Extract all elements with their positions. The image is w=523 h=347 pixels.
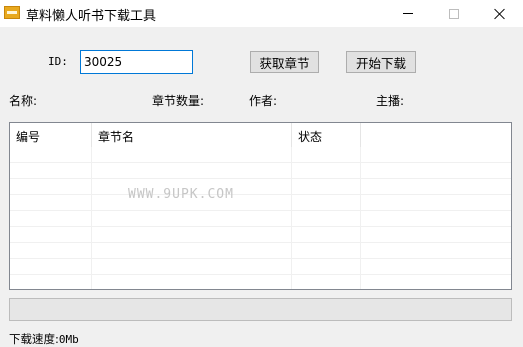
maximize-button[interactable]	[431, 0, 477, 27]
id-label: ID:	[48, 55, 68, 68]
author-label: 作者:	[249, 94, 278, 108]
chapter-count-label: 章节数量:	[152, 94, 205, 108]
download-speed-value: 0Mb	[58, 333, 79, 346]
maximize-icon	[449, 8, 459, 19]
empty-row	[10, 147, 511, 163]
empty-row	[10, 195, 511, 211]
list-body: WWW.9UPK.COM	[10, 147, 511, 289]
start-download-button[interactable]: 开始下载	[346, 51, 416, 73]
fetch-chapters-button[interactable]: 获取章节	[250, 51, 319, 73]
name-label: 名称:	[9, 94, 38, 108]
app-logo-icon	[4, 6, 20, 19]
title-bar: 草料懒人听书下载工具	[0, 0, 523, 27]
watermark-text: WWW.9UPK.COM	[128, 187, 234, 202]
list-header: 编号 章节名 状态	[10, 123, 361, 147]
minimize-button[interactable]	[385, 0, 431, 27]
narrator-label: 主播:	[376, 94, 405, 108]
empty-row	[10, 211, 511, 227]
empty-row	[10, 163, 511, 179]
empty-row	[10, 259, 511, 275]
download-speed-status: 下载速度:0Mb	[9, 331, 79, 347]
column-header-number[interactable]: 编号	[10, 123, 92, 147]
empty-row	[10, 179, 511, 195]
chapter-list[interactable]: 编号 章节名 状态 WWW.9UPK.COM	[9, 122, 512, 290]
id-input[interactable]	[80, 50, 193, 74]
column-header-chapter-name[interactable]: 章节名	[92, 123, 292, 147]
minimize-icon	[403, 13, 413, 14]
close-button[interactable]	[477, 0, 523, 27]
empty-row	[10, 275, 511, 289]
download-progress-bar	[9, 298, 512, 321]
download-speed-label: 下载速度:	[9, 332, 59, 346]
empty-row	[10, 243, 511, 259]
window-title: 草料懒人听书下载工具	[26, 9, 157, 24]
close-icon	[494, 8, 506, 20]
empty-row	[10, 227, 511, 243]
column-header-status[interactable]: 状态	[292, 123, 361, 147]
